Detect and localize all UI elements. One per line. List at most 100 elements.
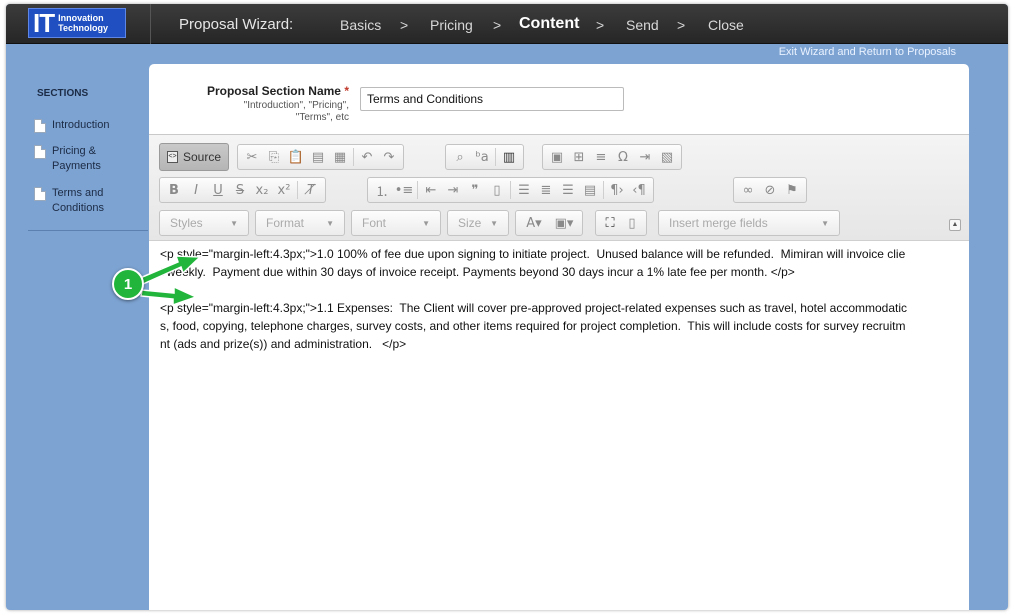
step-separator: > <box>493 17 502 33</box>
app-window: IT Innovation Technology Proposal Wizard… <box>6 4 1008 610</box>
undo-icon[interactable]: ↶ <box>356 147 378 167</box>
outdent-icon[interactable]: ⇤ <box>420 180 442 200</box>
exit-wizard-link[interactable]: Exit Wizard and Return to Proposals <box>779 46 956 58</box>
divider <box>150 4 151 44</box>
italic-icon[interactable]: I <box>185 180 207 200</box>
remove-format-icon[interactable]: T̸ <box>300 180 322 200</box>
logo-line-1: Innovation <box>58 13 104 23</box>
section-name-label: Proposal Section Name * <box>195 84 349 98</box>
editor-toolbar: <> Source ✂ ⎘ 📋 ▤ ▦ ↶ ↷ ⌕ ᵇa ▥ ▣ ⊞ ≡ Ω ⇥… <box>149 135 969 241</box>
font-label: Font <box>362 216 387 230</box>
superscript-icon[interactable]: x² <box>273 180 295 200</box>
special-char-icon[interactable]: Ω <box>612 147 634 167</box>
bulleted-list-icon[interactable]: •≡ <box>393 180 415 200</box>
divider <box>510 181 511 199</box>
logo-words: Innovation Technology <box>58 13 108 33</box>
find-icon[interactable]: ⌕ <box>449 147 471 167</box>
document-icon <box>34 187 46 201</box>
paste-word-icon[interactable]: ▦ <box>329 147 351 167</box>
logo-it-text: IT <box>33 8 55 38</box>
font-dropdown[interactable]: Font ▼ <box>351 210 441 236</box>
wizard-step-pricing[interactable]: Pricing <box>430 17 473 33</box>
divider <box>353 148 354 166</box>
wizard-step-close[interactable]: Close <box>708 17 744 33</box>
label-line-2: Payments <box>52 160 101 172</box>
bold-icon[interactable]: B <box>163 180 185 200</box>
blockquote-icon[interactable]: ❞ <box>464 180 486 200</box>
styles-label: Styles <box>170 216 203 230</box>
rtl-icon[interactable]: ‹¶ <box>628 180 650 200</box>
div-container-icon[interactable]: ▯ <box>486 180 508 200</box>
align-center-icon[interactable]: ≣ <box>535 180 557 200</box>
ltr-icon[interactable]: ¶› <box>606 180 628 200</box>
size-dropdown[interactable]: Size ▼ <box>447 210 509 236</box>
horizontal-rule-icon[interactable]: ≡ <box>590 147 612 167</box>
required-mark: * <box>344 84 349 98</box>
sidebar-item-label: Introduction <box>52 119 110 131</box>
redo-icon[interactable]: ↷ <box>378 147 400 167</box>
step-separator: > <box>400 17 409 33</box>
wizard-step-send[interactable]: Send <box>626 17 659 33</box>
wizard-step-content[interactable]: Content <box>519 15 579 33</box>
paste-icon[interactable]: 📋 <box>285 147 307 167</box>
styles-dropdown[interactable]: Styles ▼ <box>159 210 249 236</box>
source-line: <p style="margin-left:4.3px;">1.1 Expens… <box>160 301 908 315</box>
insert-merge-fields-dropdown[interactable]: Insert merge fields ▼ <box>658 210 840 236</box>
hint-line-2: "Terms", etc <box>295 112 349 123</box>
source-button[interactable]: <> Source <box>159 143 229 171</box>
subscript-icon[interactable]: x₂ <box>251 180 273 200</box>
divider <box>417 181 418 199</box>
source-editing-area[interactable]: <p style="margin-left:4.3px;">1.0 100% o… <box>149 241 969 610</box>
section-editor-card: Proposal Section Name * "Introduction", … <box>149 64 969 610</box>
image-icon[interactable]: ▣ <box>546 147 568 167</box>
collapse-toolbar-icon[interactable]: ▲ <box>949 219 961 231</box>
link-icon[interactable]: ∞ <box>737 180 759 200</box>
align-right-icon[interactable]: ☰ <box>557 180 579 200</box>
strikethrough-icon[interactable]: S <box>229 180 251 200</box>
section-name-input[interactable] <box>360 87 624 111</box>
chevron-down-icon: ▼ <box>326 218 334 228</box>
table-icon[interactable]: ⊞ <box>568 147 590 167</box>
sidebar-item-terms-conditions[interactable]: Terms and Conditions <box>34 186 104 216</box>
unlink-icon[interactable]: ⊘ <box>759 180 781 200</box>
paste-text-icon[interactable]: ▤ <box>307 147 329 167</box>
tools-group: ⛶ ▯ <box>595 210 647 236</box>
source-label: Source <box>182 150 222 164</box>
replace-icon[interactable]: ᵇa <box>471 147 493 167</box>
align-left-icon[interactable]: ☰ <box>513 180 535 200</box>
maximize-icon[interactable]: ⛶ <box>599 213 621 233</box>
source-line: s, food, copying, telephone charges, sur… <box>160 319 906 333</box>
paragraph-group: ⒈ •≡ ⇤ ⇥ ❞ ▯ ☰ ≣ ☰ ▤ ¶› ‹¶ <box>367 177 654 203</box>
find-group: ⌕ ᵇa ▥ <box>445 144 524 170</box>
wizard-step-basics[interactable]: Basics <box>340 17 381 33</box>
cut-icon[interactable]: ✂ <box>241 147 263 167</box>
rich-text-editor: <> Source ✂ ⎘ 📋 ▤ ▦ ↶ ↷ ⌕ ᵇa ▥ ▣ ⊞ ≡ Ω ⇥… <box>149 134 969 610</box>
label-text: Proposal Section Name <box>206 84 341 98</box>
source-line: <p style="margin-left:4.3px;">1.0 100% o… <box>160 247 906 261</box>
sidebar-item-pricing-payments[interactable]: Pricing & Payments <box>34 144 101 174</box>
justify-icon[interactable]: ▤ <box>579 180 601 200</box>
callout-badge: 1 <box>112 268 144 300</box>
sidebar-item-introduction[interactable]: Introduction <box>34 118 109 133</box>
anchor-flag-icon[interactable]: ⚑ <box>781 180 803 200</box>
show-blocks-icon[interactable]: ▯ <box>621 213 643 233</box>
text-color-icon[interactable]: A▾ <box>519 213 549 233</box>
sidebar-item-label: Pricing & Payments <box>52 144 101 174</box>
format-dropdown[interactable]: Format ▼ <box>255 210 345 236</box>
indent-icon[interactable]: ⇥ <box>442 180 464 200</box>
divider <box>603 181 604 199</box>
step-separator: > <box>596 17 605 33</box>
background-color-icon[interactable]: ▣▾ <box>549 213 579 233</box>
iframe-icon[interactable]: ▧ <box>656 147 678 167</box>
copy-icon[interactable]: ⎘ <box>263 147 285 167</box>
label-line-1: Terms and <box>52 187 104 199</box>
page-break-icon[interactable]: ⇥ <box>634 147 656 167</box>
color-group: A▾ ▣▾ <box>515 210 583 236</box>
numbered-list-icon[interactable]: ⒈ <box>371 180 393 200</box>
basic-styles-group: B I U S x₂ x² T̸ <box>159 177 326 203</box>
select-all-icon[interactable]: ▥ <box>498 147 520 167</box>
company-logo[interactable]: IT Innovation Technology <box>28 8 126 38</box>
step-separator: > <box>677 17 686 33</box>
chevron-down-icon: ▼ <box>490 218 498 228</box>
underline-icon[interactable]: U <box>207 180 229 200</box>
